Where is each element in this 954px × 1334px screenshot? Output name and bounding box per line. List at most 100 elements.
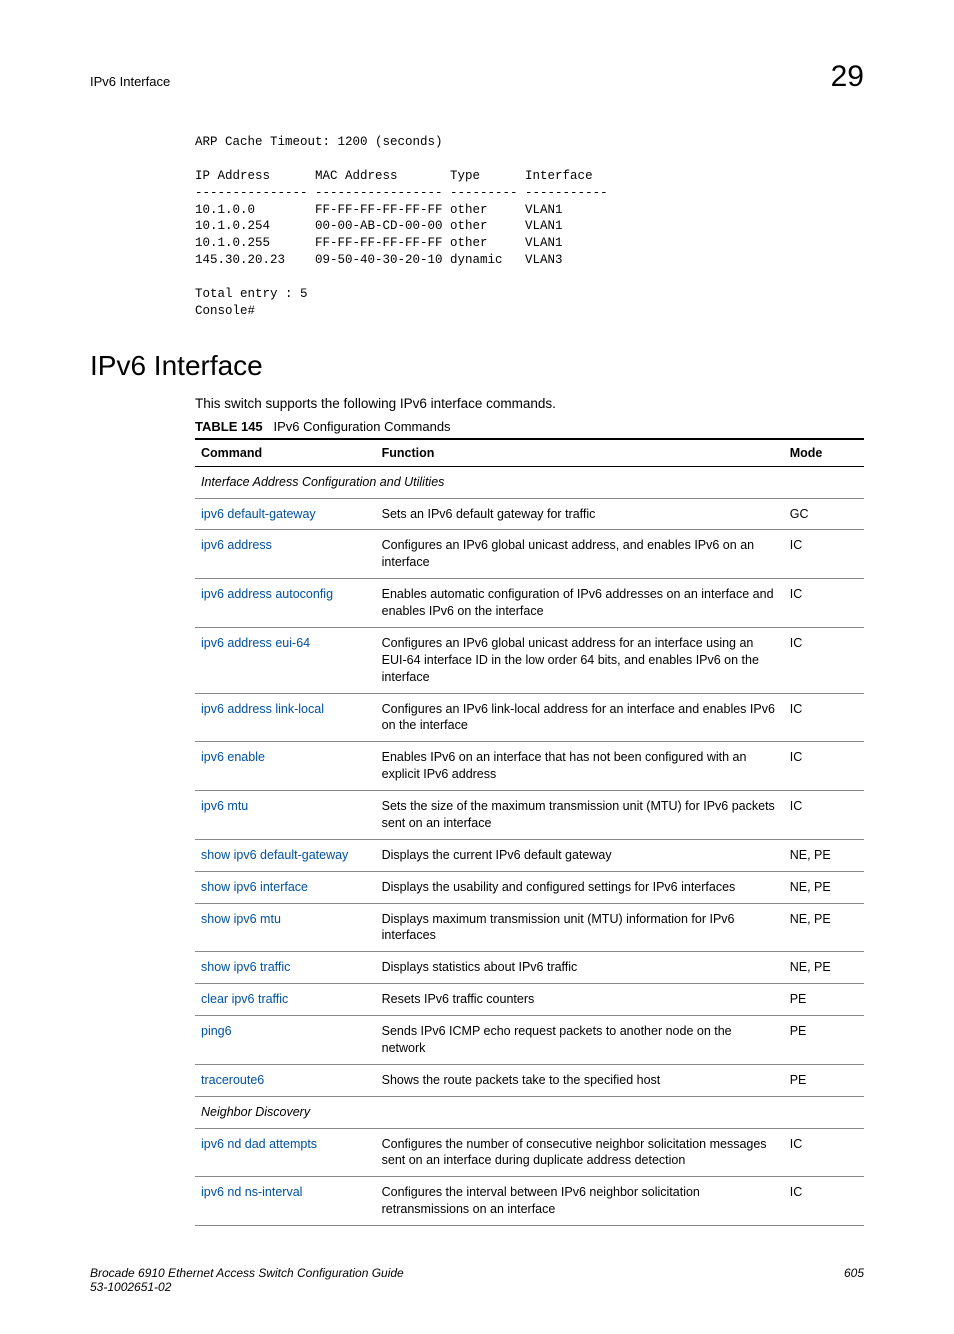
- table-header-row: Command Function Mode: [195, 439, 864, 467]
- command-link[interactable]: ipv6 address eui-64: [201, 636, 310, 650]
- function-cell: Displays statistics about IPv6 traffic: [376, 952, 784, 984]
- table-row: show ipv6 default-gateway Displays the cu…: [195, 839, 864, 871]
- command-link[interactable]: show ipv6 traffic: [201, 960, 290, 974]
- command-cell: show ipv6 interface: [195, 871, 376, 903]
- command-link[interactable]: ipv6 address link-local: [201, 702, 324, 716]
- table-row: ipv6 default-gateway Sets an IPv6 default…: [195, 498, 864, 530]
- function-cell: Shows the route packets take to the spec…: [376, 1064, 784, 1096]
- footer-page-number: 605: [844, 1266, 864, 1294]
- command-cell: traceroute6: [195, 1064, 376, 1096]
- page: IPv6 Interface 29 ARP Cache Timeout: 120…: [0, 0, 954, 1334]
- footer-title: Brocade 6910 Ethernet Access Switch Conf…: [90, 1266, 404, 1280]
- page-footer: Brocade 6910 Ethernet Access Switch Conf…: [90, 1266, 864, 1294]
- mode-cell: IC: [784, 693, 864, 742]
- command-link[interactable]: clear ipv6 traffic: [201, 992, 288, 1006]
- command-link[interactable]: ipv6 enable: [201, 750, 265, 764]
- table-row: clear ipv6 traffic Resets IPv6 traffic co…: [195, 984, 864, 1016]
- command-cell: ipv6 default-gateway: [195, 498, 376, 530]
- mode-cell: PE: [784, 1064, 864, 1096]
- function-cell: Configures an IPv6 global unicast addres…: [376, 627, 784, 693]
- command-cell: ipv6 address eui-64: [195, 627, 376, 693]
- command-link[interactable]: ipv6 address autoconfig: [201, 587, 333, 601]
- function-cell: Enables IPv6 on an interface that has no…: [376, 742, 784, 791]
- command-link[interactable]: ipv6 nd dad attempts: [201, 1137, 317, 1151]
- th-mode: Mode: [784, 439, 864, 467]
- command-link[interactable]: show ipv6 interface: [201, 880, 308, 894]
- mode-cell: IC: [784, 627, 864, 693]
- console-output: ARP Cache Timeout: 1200 (seconds) IP Add…: [195, 134, 864, 320]
- mode-cell: PE: [784, 1016, 864, 1065]
- table-label: TABLE 145: [195, 419, 263, 434]
- footer-docnum: 53-1002651-02: [90, 1280, 404, 1294]
- command-cell: ipv6 mtu: [195, 791, 376, 840]
- th-command: Command: [195, 439, 376, 467]
- command-cell: ping6: [195, 1016, 376, 1065]
- function-cell: Sends IPv6 ICMP echo request packets to …: [376, 1016, 784, 1065]
- command-cell: clear ipv6 traffic: [195, 984, 376, 1016]
- table-row: ipv6 nd ns-interval Configures the interv…: [195, 1177, 864, 1226]
- intro-paragraph: This switch supports the following IPv6 …: [195, 396, 864, 411]
- table-row: ipv6 address eui-64 Configures an IPv6 gl…: [195, 627, 864, 693]
- function-cell: Displays the current IPv6 default gatewa…: [376, 839, 784, 871]
- command-link[interactable]: ping6: [201, 1024, 232, 1038]
- mode-cell: NE, PE: [784, 903, 864, 952]
- table-row: traceroute6 Shows the route packets take …: [195, 1064, 864, 1096]
- mode-cell: IC: [784, 579, 864, 628]
- section-heading: IPv6 Interface: [90, 350, 864, 382]
- command-cell: ipv6 address autoconfig: [195, 579, 376, 628]
- command-cell: show ipv6 mtu: [195, 903, 376, 952]
- table-row: ipv6 mtu Sets the size of the maximum tra…: [195, 791, 864, 840]
- table-row: ipv6 nd dad attempts Configures the numbe…: [195, 1128, 864, 1177]
- command-link[interactable]: ipv6 default-gateway: [201, 507, 316, 521]
- function-cell: Sets an IPv6 default gateway for traffic: [376, 498, 784, 530]
- command-link[interactable]: show ipv6 mtu: [201, 912, 281, 926]
- command-link[interactable]: traceroute6: [201, 1073, 264, 1087]
- table-row: ping6 Sends IPv6 ICMP echo request packet…: [195, 1016, 864, 1065]
- function-cell: Sets the size of the maximum transmissio…: [376, 791, 784, 840]
- command-link[interactable]: show ipv6 default-gateway: [201, 848, 348, 862]
- table-row: show ipv6 interface Displays the usabilit…: [195, 871, 864, 903]
- mode-cell: IC: [784, 742, 864, 791]
- table-section-row: Interface Address Configuration and Util…: [195, 466, 864, 498]
- function-cell: Configures the number of consecutive nei…: [376, 1128, 784, 1177]
- command-link[interactable]: ipv6 mtu: [201, 799, 248, 813]
- mode-cell: NE, PE: [784, 952, 864, 984]
- table-row: ipv6 address autoconfig Enables automatic…: [195, 579, 864, 628]
- table-row: show ipv6 mtu Displays maximum transmissi…: [195, 903, 864, 952]
- function-cell: Configures the interval between IPv6 nei…: [376, 1177, 784, 1226]
- table-caption: TABLE 145 IPv6 Configuration Commands: [195, 419, 864, 434]
- mode-cell: IC: [784, 1177, 864, 1226]
- commands-table: Command Function Mode Interface Address …: [195, 438, 864, 1226]
- footer-left: Brocade 6910 Ethernet Access Switch Conf…: [90, 1266, 404, 1294]
- mode-cell: GC: [784, 498, 864, 530]
- table-section-row: Neighbor Discovery: [195, 1096, 864, 1128]
- mode-cell: IC: [784, 791, 864, 840]
- command-cell: show ipv6 traffic: [195, 952, 376, 984]
- command-cell: ipv6 address: [195, 530, 376, 579]
- th-function: Function: [376, 439, 784, 467]
- function-cell: Displays the usability and configured se…: [376, 871, 784, 903]
- mode-cell: IC: [784, 1128, 864, 1177]
- command-link[interactable]: ipv6 address: [201, 538, 272, 552]
- header-chapter-number: 29: [831, 60, 864, 94]
- table-row: show ipv6 traffic Displays statistics abo…: [195, 952, 864, 984]
- function-cell: Configures an IPv6 link-local address fo…: [376, 693, 784, 742]
- mode-cell: NE, PE: [784, 871, 864, 903]
- mode-cell: IC: [784, 530, 864, 579]
- command-cell: ipv6 address link-local: [195, 693, 376, 742]
- function-cell: Displays maximum transmission unit (MTU)…: [376, 903, 784, 952]
- table-row: ipv6 address link-local Configures an IPv…: [195, 693, 864, 742]
- running-header: IPv6 Interface 29: [90, 60, 864, 94]
- table-title: IPv6 Configuration Commands: [274, 419, 451, 434]
- command-cell: ipv6 nd dad attempts: [195, 1128, 376, 1177]
- mode-cell: PE: [784, 984, 864, 1016]
- table-row: ipv6 address Configures an IPv6 global un…: [195, 530, 864, 579]
- table-section-label: Neighbor Discovery: [195, 1096, 864, 1128]
- function-cell: Enables automatic configuration of IPv6 …: [376, 579, 784, 628]
- mode-cell: NE, PE: [784, 839, 864, 871]
- command-link[interactable]: ipv6 nd ns-interval: [201, 1185, 302, 1199]
- command-cell: ipv6 nd ns-interval: [195, 1177, 376, 1226]
- function-cell: Configures an IPv6 global unicast addres…: [376, 530, 784, 579]
- command-cell: show ipv6 default-gateway: [195, 839, 376, 871]
- function-cell: Resets IPv6 traffic counters: [376, 984, 784, 1016]
